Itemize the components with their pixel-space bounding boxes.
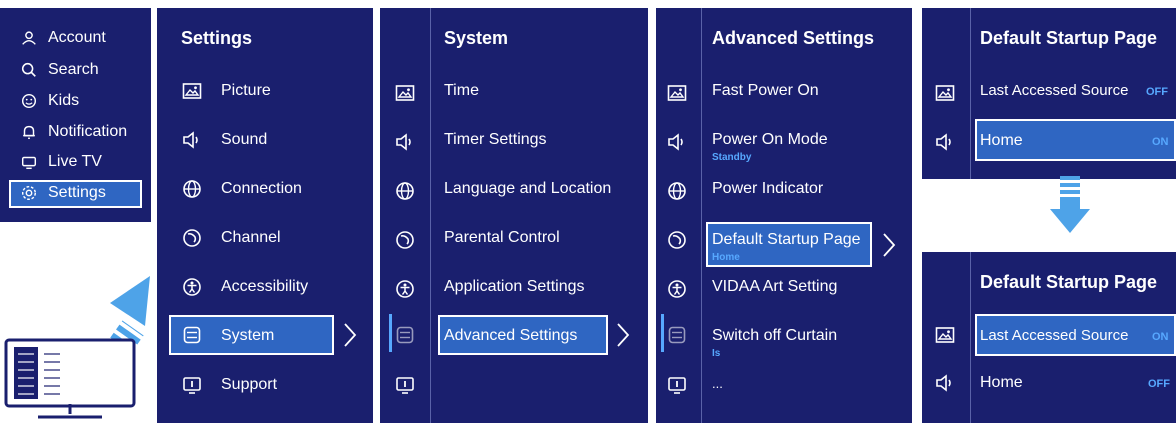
support-icon — [666, 374, 688, 396]
icon-rail-divider — [970, 252, 971, 423]
option-state-on: ON — [1152, 136, 1169, 148]
accessibility-icon — [666, 278, 688, 300]
icon-rail-divider — [970, 8, 971, 179]
menu-item-label: Account — [48, 29, 106, 46]
channel-icon — [181, 227, 203, 249]
advanced-item-switch-off-curtain[interactable]: Switch off Curtain — [712, 327, 837, 345]
menu-item-label: Live TV — [48, 153, 102, 170]
advanced-item-vidaa-art-setting[interactable]: VIDAA Art Setting — [712, 278, 837, 296]
system-item-application-settings[interactable]: Application Settings — [444, 278, 585, 296]
settings-item-system-label: System — [221, 327, 275, 344]
settings-panel: Settings Picture Sound Connection Channe… — [157, 8, 373, 423]
system-item-advanced-label: Advanced Settings — [444, 327, 578, 344]
globe-icon — [666, 180, 688, 202]
system-panel: System Time Timer Settings Language and … — [380, 8, 648, 423]
globe-icon — [394, 180, 416, 202]
power-on-mode-value: Standby — [712, 152, 752, 163]
settings-item-channel[interactable]: Channel — [221, 229, 281, 247]
tv-illustration — [4, 276, 150, 419]
sound-icon — [666, 131, 688, 153]
menu-item-label: Settings — [48, 184, 106, 201]
system-icon — [666, 324, 688, 346]
search-icon — [20, 61, 38, 79]
system-item-timer-settings[interactable]: Timer Settings — [444, 131, 547, 149]
menu-item-label: Search — [48, 61, 99, 78]
advanced-settings-panel: Advanced Settings Fast Power On Power On… — [656, 8, 912, 423]
system-item-time[interactable]: Time — [444, 82, 479, 100]
option-last-accessed-source-label: Last Accessed Source — [980, 327, 1129, 344]
support-icon — [181, 374, 203, 396]
active-indicator — [389, 314, 392, 352]
globe-icon — [181, 178, 203, 200]
advanced-item-power-indicator[interactable]: Power Indicator — [712, 180, 823, 198]
icon-rail-divider — [430, 8, 431, 423]
option-state-off: OFF — [1146, 86, 1168, 98]
active-indicator — [661, 314, 664, 352]
picture-icon — [934, 82, 956, 104]
settings-item-picture[interactable]: Picture — [221, 82, 271, 100]
sound-icon — [934, 131, 956, 153]
channel-icon — [666, 229, 688, 251]
picture-icon — [934, 324, 956, 346]
menu-item-live-tv[interactable]: Live TV — [20, 153, 102, 171]
support-icon — [394, 374, 416, 396]
chevron-right-icon — [343, 322, 357, 348]
panel-title: System — [444, 28, 509, 48]
accessibility-icon — [394, 278, 416, 300]
chevron-right-icon — [616, 322, 630, 348]
system-item-language-location[interactable]: Language and Location — [444, 180, 611, 198]
menu-item-notification[interactable]: Notification — [20, 123, 127, 141]
picture-icon — [181, 80, 203, 102]
tv-monitor-icon — [4, 338, 136, 419]
switch-off-curtain-value: Is — [712, 348, 721, 359]
menu-item-label: Notification — [48, 123, 128, 140]
picture-icon — [394, 82, 416, 104]
default-startup-page-value: Home — [712, 252, 740, 263]
system-item-parental-control[interactable]: Parental Control — [444, 229, 560, 247]
tv-icon — [20, 153, 38, 171]
settings-item-accessibility[interactable]: Accessibility — [221, 278, 308, 296]
advanced-item-more[interactable]: ... — [712, 376, 723, 391]
menu-item-kids[interactable]: Kids — [20, 92, 79, 110]
settings-item-connection[interactable]: Connection — [221, 180, 302, 198]
picture-icon — [666, 82, 688, 104]
kids-icon — [20, 92, 38, 110]
option-state-off: OFF — [1148, 378, 1170, 390]
option-state-on: ON — [1152, 331, 1169, 343]
gear-icon — [20, 184, 38, 202]
option-home-label: Home — [980, 132, 1023, 149]
menu-item-settings-content: Settings — [20, 184, 106, 202]
panel-title: Default Startup Page — [980, 272, 1158, 292]
advanced-item-fast-power-on[interactable]: Fast Power On — [712, 82, 819, 100]
chevron-right-icon — [882, 232, 896, 258]
home-menu-panel: Account Search Kids Notification Live TV… — [0, 8, 151, 222]
advanced-item-power-on-mode[interactable]: Power On Mode — [712, 131, 828, 149]
channel-icon — [394, 229, 416, 251]
sound-icon — [934, 372, 956, 394]
menu-item-search[interactable]: Search — [20, 61, 99, 79]
startup-page-panel-after: Default Startup Page Last Accessed Sourc… — [922, 252, 1176, 423]
system-icon — [181, 324, 203, 346]
default-startup-page-label: Default Startup Page — [712, 231, 861, 248]
accessibility-icon — [181, 276, 203, 298]
menu-item-account[interactable]: Account — [20, 29, 106, 47]
panel-title: Advanced Settings — [712, 28, 875, 48]
panel-title: Default Startup Page — [980, 28, 1158, 48]
settings-item-sound[interactable]: Sound — [221, 131, 267, 149]
sound-icon — [394, 131, 416, 153]
down-arrow-icon — [1050, 176, 1090, 233]
startup-page-panel-before: Default Startup Page Last Accessed Sourc… — [922, 8, 1176, 179]
menu-item-label: Kids — [48, 92, 80, 109]
icon-rail-divider — [701, 8, 702, 423]
settings-item-support[interactable]: Support — [221, 376, 277, 394]
panel-title: Settings — [181, 28, 253, 48]
option-home[interactable]: Home — [980, 374, 1023, 392]
person-icon — [20, 29, 38, 47]
sound-icon — [181, 129, 203, 151]
system-icon — [394, 324, 416, 346]
option-last-accessed-source[interactable]: Last Accessed Source — [980, 82, 1128, 99]
bell-icon — [20, 123, 38, 141]
